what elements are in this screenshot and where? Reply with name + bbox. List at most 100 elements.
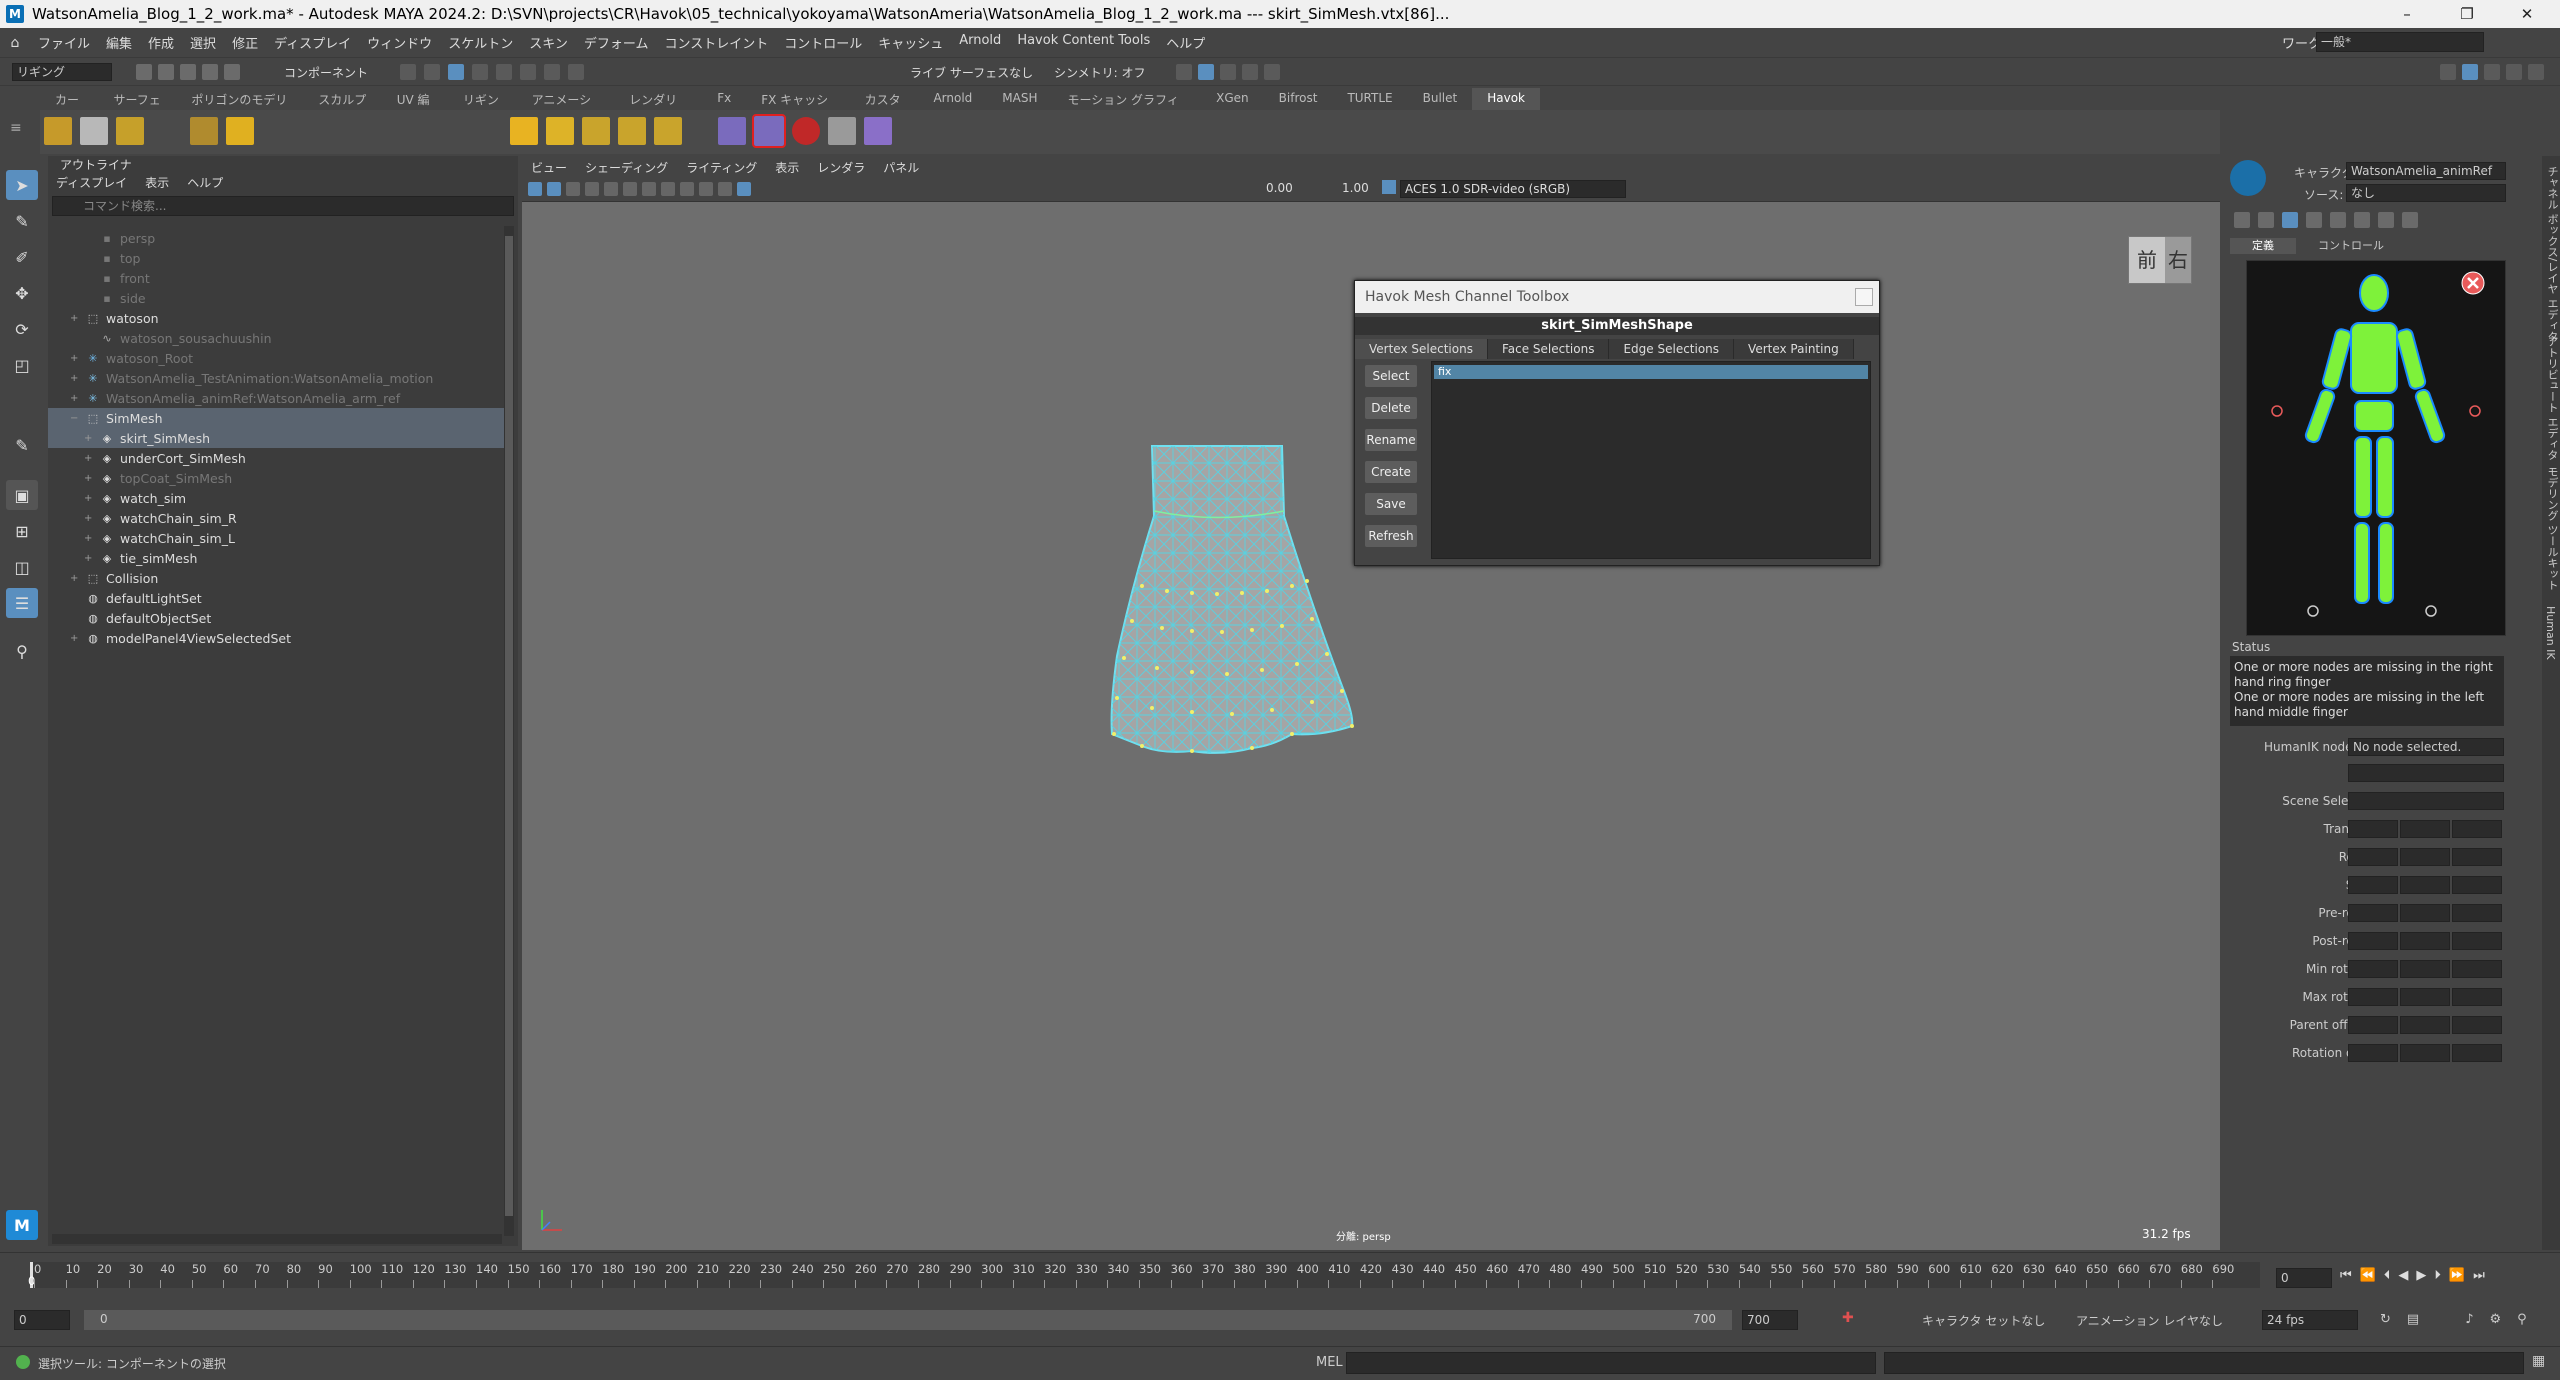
humanik-attr-field[interactable] xyxy=(2452,820,2502,838)
expand-toggle-icon[interactable]: + xyxy=(70,373,82,384)
humanik-attr-field[interactable] xyxy=(2452,904,2502,922)
shelf-tab[interactable]: TURTLE xyxy=(1332,88,1407,110)
side-tab[interactable]: アトリビュート エディタ xyxy=(2544,336,2560,461)
humanik-attr-field[interactable] xyxy=(2452,848,2502,866)
outliner-item[interactable]: + ◈ watch_sim xyxy=(48,488,508,508)
outliner-item[interactable]: + ◈ tie_simMesh xyxy=(48,548,508,568)
color-management-icon[interactable] xyxy=(1382,180,1396,194)
audio-icon[interactable]: ♪ xyxy=(2465,1312,2473,1327)
mel-label[interactable]: MEL xyxy=(1316,1355,1343,1370)
dialog-tab[interactable]: Vertex Selections xyxy=(1355,339,1488,359)
dialog-close-icon[interactable] xyxy=(1855,288,1873,306)
shelf-tab[interactable]: UV 編集 xyxy=(382,88,448,124)
havok-preview-icon[interactable] xyxy=(654,117,682,145)
outliner-item[interactable]: ◍ defaultLightSet xyxy=(48,588,508,608)
lights-icon[interactable] xyxy=(680,182,694,196)
save-scene-icon[interactable] xyxy=(180,64,196,80)
shelf-tab[interactable]: FX キャッシング xyxy=(746,88,849,124)
figure-icon[interactable] xyxy=(2402,212,2418,228)
outliner-toggle-icon[interactable] xyxy=(2462,64,2478,80)
paint-select-icon[interactable]: ✐ xyxy=(6,242,38,272)
expand-toggle-icon[interactable]: + xyxy=(84,453,96,464)
selection-mode[interactable]: コンポーネント xyxy=(284,64,368,81)
humanik-attr-field[interactable] xyxy=(2400,932,2450,950)
select-tool-icon[interactable]: ➤ xyxy=(6,170,38,200)
shelf-tab[interactable]: リギング xyxy=(448,88,517,124)
step-forward-icon[interactable]: ⏵ xyxy=(2434,1268,2441,1283)
humanik-attr-field[interactable] xyxy=(2348,1044,2398,1062)
side-tab[interactable]: Human IK xyxy=(2544,606,2557,660)
humanik-attr-field[interactable] xyxy=(2348,820,2398,838)
character-icon[interactable]: ⚲ xyxy=(2517,1312,2527,1327)
maximize-button[interactable]: ❐ xyxy=(2444,0,2490,28)
shelf-tab[interactable]: カスタム xyxy=(850,88,919,124)
render-settings-icon[interactable] xyxy=(1242,64,1258,80)
expand-toggle-icon[interactable]: + xyxy=(70,313,82,324)
expand-toggle-icon[interactable]: + xyxy=(84,533,96,544)
outliner-item[interactable]: + ✳ WatsonAmelia_TestAnimation:WatsonAmeli… xyxy=(48,368,508,388)
snap-grid-icon[interactable] xyxy=(472,64,488,80)
shelf-tab[interactable]: XGen xyxy=(1201,88,1264,110)
grid-toggle-icon[interactable] xyxy=(604,182,618,196)
outliner-item[interactable]: ▪ side xyxy=(48,288,508,308)
viewport-menu-item[interactable]: ライティング xyxy=(677,159,766,176)
anim-prefs-icon[interactable]: ⚙ xyxy=(2490,1312,2502,1327)
outliner-menu-item[interactable]: ヘルプ xyxy=(187,174,223,194)
expand-toggle-icon[interactable]: + xyxy=(70,393,82,404)
menu-item[interactable]: デフォーム xyxy=(576,33,657,52)
single-view-icon[interactable]: ▣ xyxy=(6,480,38,510)
humanik-attr-field[interactable] xyxy=(2348,932,2398,950)
workspace-select[interactable]: 一般* xyxy=(2316,32,2484,52)
havok-bar-icon[interactable] xyxy=(546,117,574,145)
render-region-icon[interactable] xyxy=(1176,64,1192,80)
viewport-menu-item[interactable]: ビュー xyxy=(522,159,576,176)
outliner-item[interactable]: + ⬚ Collision xyxy=(48,568,508,588)
menu-item[interactable]: 編集 xyxy=(98,33,140,52)
character-select[interactable]: WatsonAmelia_animRef xyxy=(2346,162,2506,180)
attribute-editor-icon[interactable] xyxy=(2484,64,2500,80)
menu-item[interactable]: 作成 xyxy=(140,33,182,52)
folder-icon[interactable] xyxy=(2306,212,2322,228)
outliner-item[interactable]: + ◈ topCoat_SimMesh xyxy=(48,468,508,488)
humanik-attr-field[interactable] xyxy=(2348,960,2398,978)
xray-icon[interactable] xyxy=(718,182,732,196)
outliner-item[interactable]: + ◈ watchChain_sim_L xyxy=(48,528,508,548)
humanik-attr-field[interactable] xyxy=(2400,1044,2450,1062)
anim-layer-select[interactable]: アニメーション レイヤなし xyxy=(2076,1312,2223,1329)
expand-toggle-icon[interactable]: + xyxy=(84,473,96,484)
humanik-attr-field[interactable] xyxy=(2452,876,2502,894)
expand-toggle-icon[interactable]: + xyxy=(70,573,82,584)
shelf-tab[interactable]: Fx xyxy=(702,88,746,110)
delete-icon[interactable] xyxy=(2354,212,2370,228)
image-plane-icon[interactable] xyxy=(585,182,599,196)
expand-toggle-icon[interactable]: + xyxy=(84,513,96,524)
havok-mesh-channel-toolbox-icon[interactable] xyxy=(752,114,786,148)
channel-box-icon[interactable] xyxy=(2506,64,2522,80)
layout-icon[interactable] xyxy=(2440,64,2456,80)
dialog-titlebar[interactable]: Havok Mesh Channel Toolbox xyxy=(1355,281,1879,313)
outliner-item[interactable]: ▪ top xyxy=(48,248,508,268)
isolate-select-icon[interactable] xyxy=(737,182,751,196)
shelf-tab[interactable]: Havok xyxy=(1472,88,1540,110)
humanik-attr-field[interactable] xyxy=(2348,1016,2398,1034)
step-back-icon[interactable]: ⏴ xyxy=(2384,1268,2391,1283)
skirt-simmesh[interactable] xyxy=(1002,436,1402,776)
outliner-item[interactable]: + ◈ skirt_SimMesh xyxy=(48,428,508,448)
havok-paint-icon[interactable] xyxy=(828,117,856,145)
humanik-attr-field[interactable] xyxy=(2400,988,2450,1006)
outliner-item[interactable]: + ✳ watoson_Root xyxy=(48,348,508,368)
go-start-icon[interactable]: ⏮ xyxy=(2340,1268,2352,1283)
lock-icon[interactable] xyxy=(568,64,584,80)
settings-gear-icon[interactable] xyxy=(2528,64,2544,80)
humanik-attr-field[interactable] xyxy=(2400,848,2450,866)
outliner-item[interactable]: + ◍ modelPanel4ViewSelectedSet xyxy=(48,628,508,648)
outliner-item[interactable]: + ✳ WatsonAmelia_animRef:WatsonAmelia_arm_… xyxy=(48,388,508,408)
camera-attr-icon[interactable] xyxy=(547,182,561,196)
dialog-rename-button[interactable]: Rename xyxy=(1365,429,1417,451)
expand-toggle-icon[interactable]: + xyxy=(84,553,96,564)
humanik-attr-field[interactable] xyxy=(2452,960,2502,978)
range-slider[interactable]: 0 700 xyxy=(84,1310,1732,1330)
havok-tools-icon[interactable] xyxy=(582,117,610,145)
menu-item[interactable]: Arnold xyxy=(951,33,1009,52)
outliner-menu-item[interactable]: 表示 xyxy=(145,174,169,194)
